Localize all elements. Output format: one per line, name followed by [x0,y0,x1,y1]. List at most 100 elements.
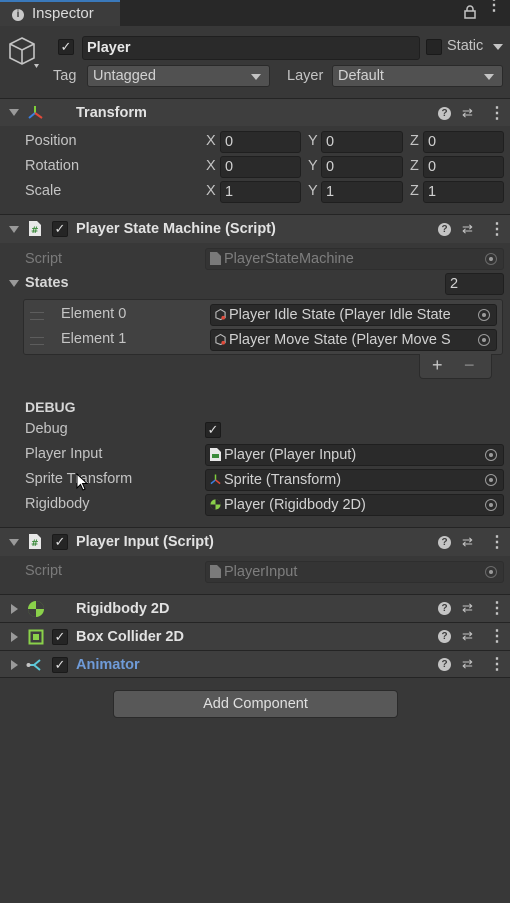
script-file-icon [210,448,221,461]
rotation-label: Rotation [25,158,80,174]
player-state-machine-header[interactable]: # ✓ Player State Machine (Script) ? ⇄ ⋮ [0,214,510,243]
foldout-arrow-icon[interactable] [9,109,19,116]
foldout-arrow-icon[interactable] [11,632,18,642]
player-input-field[interactable]: Player (Player Input) [205,444,504,466]
static-checkbox[interactable] [426,39,442,55]
axis-x-label[interactable]: X [206,183,216,199]
axis-y-label[interactable]: Y [308,133,318,149]
position-y-field[interactable]: 0 [321,131,403,153]
player-input-header[interactable]: # ✓ Player Input (Script) ? ⇄ ⋮ [0,527,510,556]
transform-header[interactable]: Transform ? ⇄ ⋮ [0,98,510,126]
object-picker-icon[interactable] [485,449,497,461]
script-value: PlayerStateMachine [224,251,354,267]
player-input-label: Player Input [25,446,103,462]
component-enabled-checkbox[interactable]: ✓ [52,534,68,550]
presets-icon[interactable]: ⇄ [462,656,473,672]
kebab-menu-icon[interactable]: ⋮ [489,654,505,674]
element-0-field[interactable]: Player Idle State (Player Idle State [210,304,497,326]
help-icon[interactable]: ? [438,630,451,643]
states-label[interactable]: States [25,275,69,291]
rotation-z-field[interactable]: 0 [423,156,504,178]
gameobject-cube-icon[interactable] [8,34,40,74]
script-reference-field: PlayerStateMachine [205,248,504,270]
presets-icon[interactable]: ⇄ [462,105,473,121]
presets-icon[interactable]: ⇄ [462,534,473,550]
transform-title: Transform [76,105,147,121]
kebab-menu-icon[interactable]: ⋮ [486,0,502,14]
remove-element-button[interactable]: − [464,355,475,376]
object-picker-icon[interactable] [485,499,497,511]
rigidbody-field[interactable]: Player (Rigidbody 2D) [205,494,504,516]
scale-label: Scale [25,183,62,199]
drag-handle-icon[interactable] [30,312,44,320]
kebab-menu-icon[interactable]: ⋮ [489,103,505,123]
static-dropdown-icon[interactable] [493,44,503,50]
scale-z-field[interactable]: 1 [423,181,504,203]
sprite-transform-value: Sprite (Transform) [224,472,342,488]
help-icon[interactable]: ? [438,223,451,236]
tag-dropdown[interactable]: Untagged [87,65,270,87]
states-size-field[interactable]: 2 [445,273,504,295]
tag-label: Tag [53,68,77,84]
position-z-field[interactable]: 0 [423,131,504,153]
tab-title: Inspector [32,5,94,22]
chevron-down-icon [484,74,494,80]
static-label: Static [447,38,484,54]
help-icon[interactable]: ? [438,536,451,549]
help-icon[interactable]: ? [438,107,451,120]
scale-y-field[interactable]: 1 [321,181,403,203]
axis-z-label[interactable]: Z [410,133,419,149]
rotation-y-field[interactable]: 0 [321,156,403,178]
presets-icon[interactable]: ⇄ [462,628,473,644]
foldout-arrow-icon[interactable] [9,539,19,546]
tab-inspector[interactable]: i Inspector [0,0,120,26]
object-name-input[interactable]: Player [82,36,420,60]
axis-z-label[interactable]: Z [410,158,419,174]
axis-y-label[interactable]: Y [308,158,318,174]
add-component-button[interactable]: Add Component [113,690,398,718]
help-icon[interactable]: ? [438,602,451,615]
axis-x-label[interactable]: X [206,133,216,149]
component-enabled-checkbox[interactable]: ✓ [52,657,68,673]
foldout-arrow-icon[interactable] [11,604,18,614]
component-enabled-checkbox[interactable]: ✓ [52,629,68,645]
debug-checkbox[interactable]: ✓ [205,422,221,438]
axis-z-label[interactable]: Z [410,183,419,199]
object-picker-icon[interactable] [478,334,490,346]
kebab-menu-icon[interactable]: ⋮ [489,219,505,239]
scale-x-field[interactable]: 1 [220,181,301,203]
axis-x-label[interactable]: X [206,158,216,174]
states-foldout-arrow-icon[interactable] [9,280,19,287]
object-picker-icon[interactable] [485,474,497,486]
foldout-arrow-icon[interactable] [11,660,18,670]
position-x-field[interactable]: 0 [220,131,301,153]
object-picker-icon [485,253,497,265]
active-checkbox[interactable]: ✓ [58,39,74,55]
element-1-field[interactable]: Player Move State (Player Move S [210,329,497,351]
box-collider-2d-header[interactable]: ✓ Box Collider 2D ? ⇄ ⋮ [0,622,510,650]
help-icon[interactable]: ? [438,658,451,671]
add-element-button[interactable]: + [432,355,443,376]
layer-value: Default [338,68,384,84]
drag-handle-icon[interactable] [30,337,44,345]
list-footer [419,354,492,379]
layer-dropdown[interactable]: Default [332,65,503,87]
foldout-arrow-icon[interactable] [9,226,19,233]
rigidbody-label: Rigidbody [25,496,90,512]
kebab-menu-icon[interactable]: ⋮ [489,598,505,618]
rotation-x-field[interactable]: 0 [220,156,301,178]
presets-icon[interactable]: ⇄ [462,221,473,237]
debug-label: Debug [25,421,68,437]
animator-header[interactable]: ✓ Animator ? ⇄ ⋮ [0,650,510,678]
rigidbody-2d-header[interactable]: Rigidbody 2D ? ⇄ ⋮ [0,594,510,622]
presets-icon[interactable]: ⇄ [462,600,473,616]
component-enabled-checkbox[interactable]: ✓ [52,221,68,237]
kebab-menu-icon[interactable]: ⋮ [489,626,505,646]
axis-y-label[interactable]: Y [308,183,318,199]
lock-icon[interactable] [464,5,476,23]
object-picker-icon[interactable] [478,309,490,321]
sprite-transform-field[interactable]: Sprite (Transform) [205,469,504,491]
svg-text:#: # [31,226,39,236]
kebab-menu-icon[interactable]: ⋮ [489,532,505,552]
info-icon: i [12,9,24,21]
